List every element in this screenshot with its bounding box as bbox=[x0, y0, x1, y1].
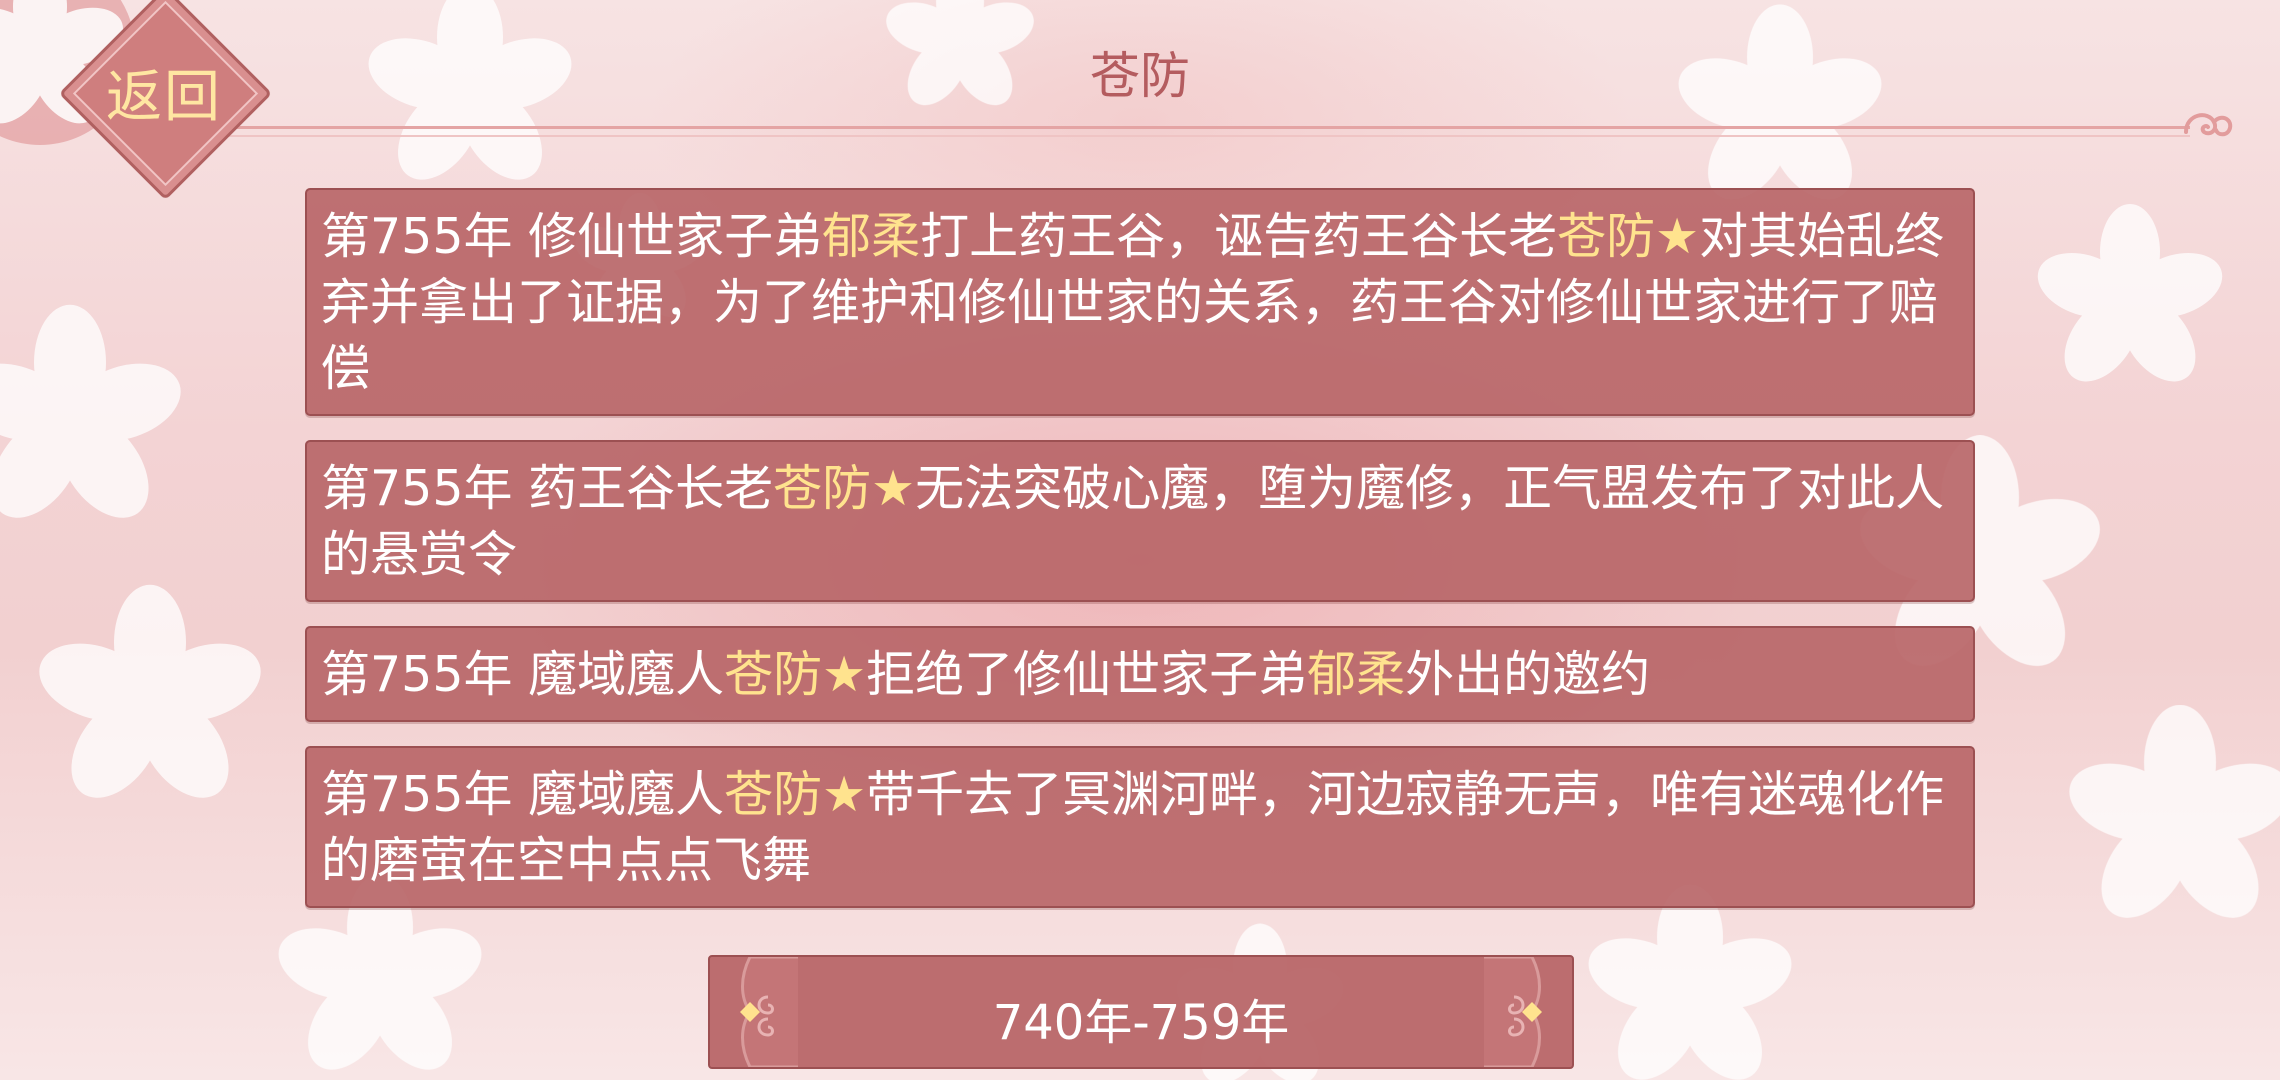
star-icon: ★ bbox=[822, 646, 867, 703]
character-name: 郁柔 bbox=[822, 208, 921, 265]
period-label[interactable]: 740年-759年 bbox=[710, 983, 1572, 1053]
event-text: 第755年 药王谷长老 bbox=[321, 460, 774, 517]
event-text: 第755年 魔域魔人 bbox=[321, 646, 725, 703]
period-selector-button[interactable]: 740年-759年 bbox=[708, 955, 1574, 1069]
event-entry[interactable]: 第755年 药王谷长老苍防★无法突破心魔，堕为魔修，正气盟发布了对此人的悬赏令 bbox=[305, 440, 1975, 602]
header-divider bbox=[200, 126, 2190, 137]
event-entry[interactable]: 第755年 修仙世家子弟郁柔打上药王谷，诬告药王谷长老苍防★对其始乱终弃并拿出了… bbox=[305, 188, 1975, 416]
cloud-ornament-icon bbox=[2184, 113, 2233, 137]
event-entry[interactable]: 第755年 魔域魔人苍防★带千去了冥渊河畔，河边寂静无声，唯有迷魂化作的磨萤在空… bbox=[305, 746, 1975, 908]
event-text: 拒绝了修仙世家子弟 bbox=[866, 646, 1308, 703]
event-text: 第755年 魔域魔人 bbox=[321, 766, 725, 823]
star-icon: ★ bbox=[871, 460, 916, 517]
back-button-label[interactable]: 返回 bbox=[94, 52, 234, 133]
character-name: 苍防 bbox=[1557, 208, 1656, 265]
page-title: 苍防 bbox=[1090, 47, 1190, 105]
star-icon: ★ bbox=[1655, 208, 1700, 265]
event-text: 第755年 修仙世家子弟 bbox=[321, 208, 823, 265]
character-name: 苍防 bbox=[724, 646, 823, 703]
event-text: 打上药王谷，诬告药王谷长老 bbox=[920, 208, 1558, 265]
event-text: 外出的邀约 bbox=[1405, 646, 1651, 703]
event-entry[interactable]: 第755年 魔域魔人苍防★拒绝了修仙世家子弟郁柔外出的邀约 bbox=[305, 626, 1975, 722]
character-name: 苍防 bbox=[773, 460, 872, 517]
event-list[interactable]: 第755年 修仙世家子弟郁柔打上药王谷，诬告药王谷长老苍防★对其始乱终弃并拿出了… bbox=[305, 188, 1975, 920]
star-icon: ★ bbox=[822, 766, 867, 823]
character-name: 苍防 bbox=[724, 766, 823, 823]
character-name: 郁柔 bbox=[1307, 646, 1406, 703]
